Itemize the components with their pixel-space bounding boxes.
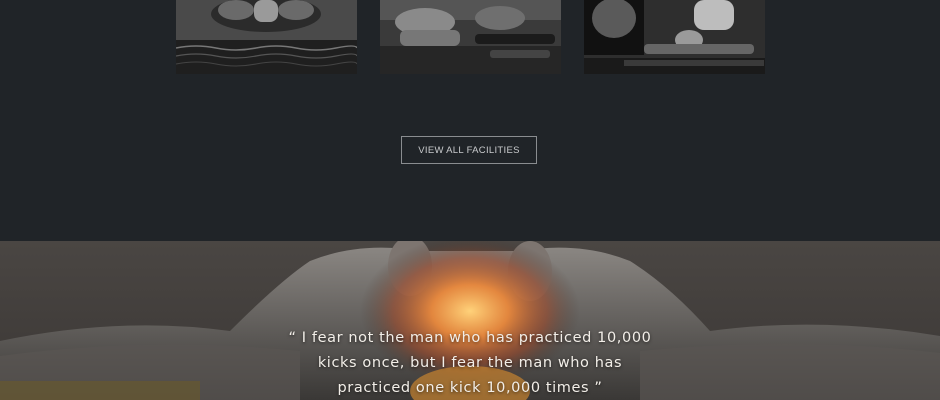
facility-thumbnail-swimming[interactable] — [176, 0, 357, 74]
view-all-facilities-button[interactable]: VIEW ALL FACILITIES — [401, 136, 537, 164]
facility-thumbnail-yoga[interactable] — [380, 0, 561, 74]
facilities-section: VIEW ALL FACILITIES — [0, 0, 940, 241]
pilates-photo — [584, 0, 765, 74]
quote-text: “ I fear not the man who has practiced 1… — [270, 326, 670, 400]
quote-line: practiced one kick 10,000 times ” — [337, 380, 603, 396]
swimming-photo — [176, 0, 357, 74]
yoga-class-photo — [380, 0, 561, 74]
page: VIEW ALL FACILITIES “ I fear not the man… — [0, 0, 940, 400]
facility-thumbnail-pilates[interactable] — [584, 0, 765, 74]
quote-banner: “ I fear not the man who has practiced 1… — [0, 241, 940, 400]
quote-line: kicks once, but I fear the man who has — [317, 355, 623, 371]
quote-line: “ I fear not the man who has practiced 1… — [288, 330, 652, 346]
